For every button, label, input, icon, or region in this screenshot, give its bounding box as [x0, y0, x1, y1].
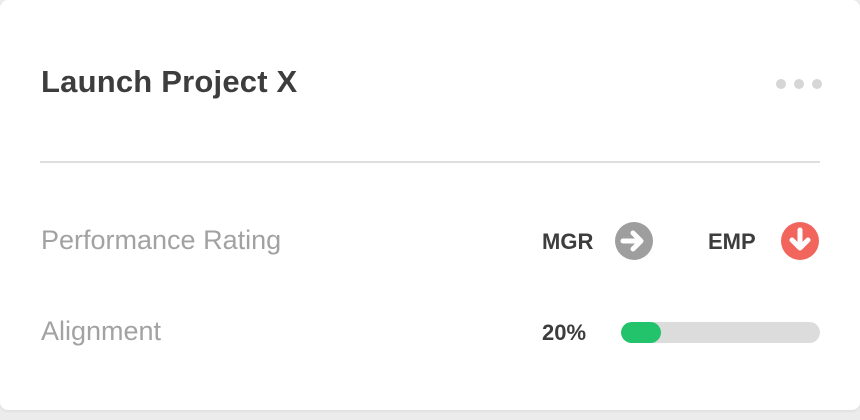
performance-rating-label: Performance Rating — [41, 225, 282, 255]
more-horizontal-icon-dot — [794, 79, 804, 89]
card-title: Launch Project X — [41, 64, 298, 99]
objective-card: Launch Project X Performance Rating MGR … — [0, 0, 860, 410]
mgr-label: MGR — [542, 229, 594, 254]
alignment-percent: 20% — [542, 320, 587, 345]
header-divider — [40, 161, 820, 163]
more-options-button[interactable] — [776, 74, 822, 94]
alignment-label: Alignment — [41, 316, 162, 346]
arrow-down-circle-icon[interactable] — [780, 221, 820, 261]
alignment-progress-bar — [621, 322, 820, 343]
arrow-right-circle-icon[interactable] — [614, 221, 654, 261]
more-horizontal-icon-dot — [812, 79, 822, 89]
more-horizontal-icon — [776, 79, 786, 89]
alignment-progress-fill — [621, 322, 661, 343]
emp-label: EMP — [708, 229, 756, 254]
